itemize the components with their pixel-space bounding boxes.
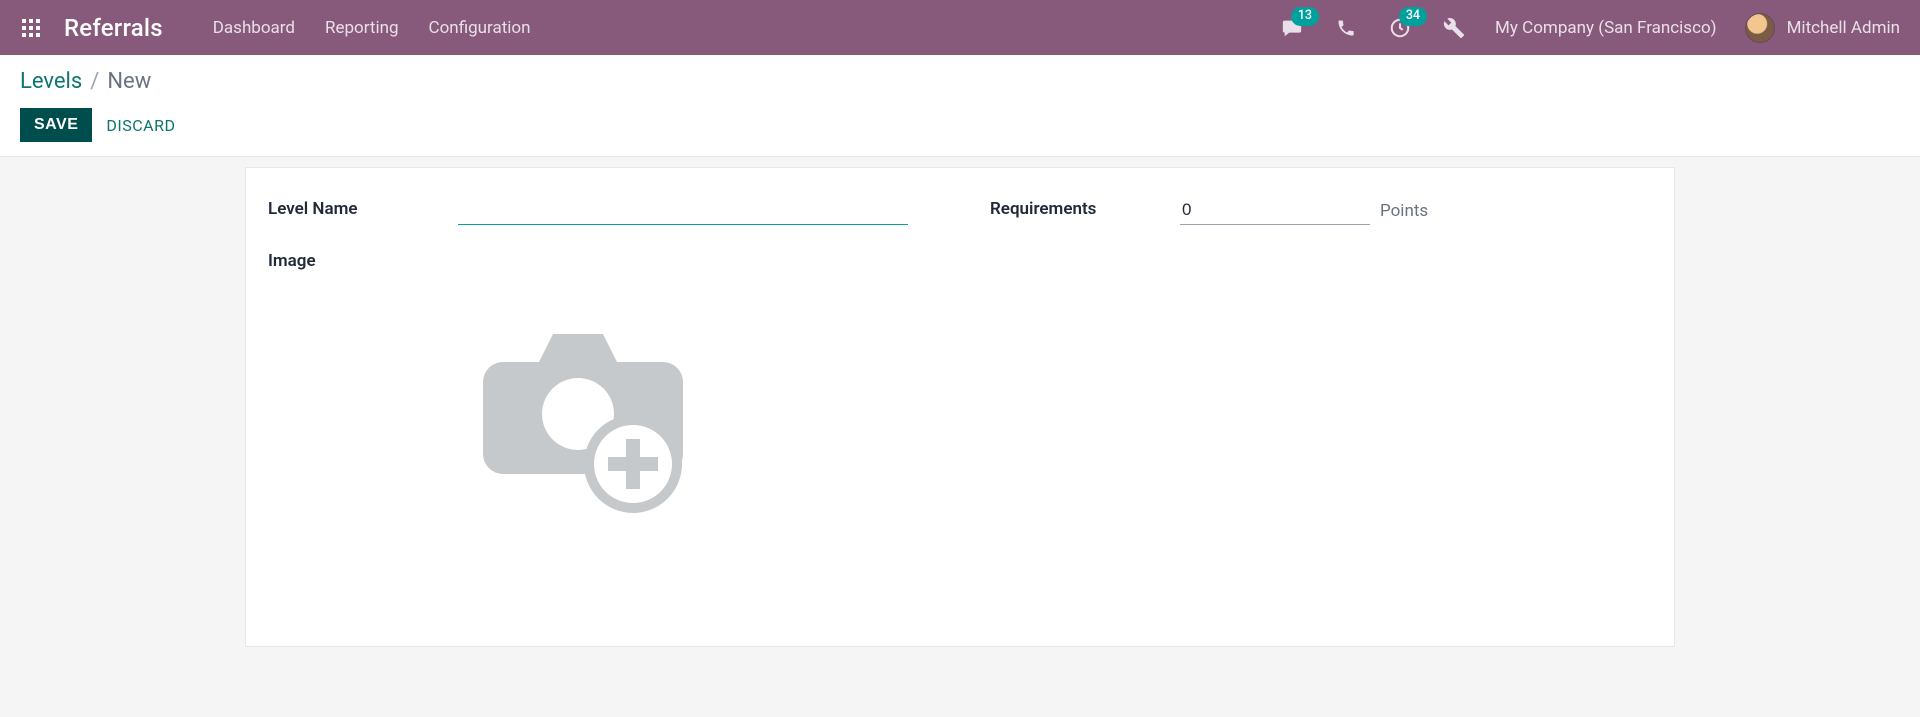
nav-item-dashboard[interactable]: Dashboard	[213, 18, 295, 38]
app-brand-text: Referrals	[64, 14, 163, 42]
row-requirements: Requirements Points	[990, 196, 1652, 225]
username: Mitchell Admin	[1787, 18, 1900, 38]
navbar-left: Referrals Dashboard Reporting Configurat…	[20, 14, 531, 42]
breadcrumb-parent[interactable]: Levels	[20, 69, 82, 94]
camera-add-icon	[458, 294, 718, 524]
label-requirements: Requirements	[990, 199, 1180, 225]
row-level-name: Level Name	[268, 196, 930, 225]
nav-item-configuration[interactable]: Configuration	[429, 18, 531, 38]
activities-badge: 34	[1399, 7, 1427, 26]
messages-badge: 13	[1291, 7, 1319, 26]
messages-icon[interactable]: 13	[1279, 15, 1305, 41]
form-col-right: Requirements Points	[990, 196, 1652, 529]
form-grid: Level Name Image	[268, 196, 1652, 529]
phone-icon[interactable]	[1333, 15, 1359, 41]
app-brand[interactable]: Referrals	[64, 14, 163, 42]
control-panel: Levels / New SAVE DISCARD	[0, 55, 1920, 157]
breadcrumb-current: New	[107, 69, 151, 94]
avatar	[1745, 13, 1775, 43]
breadcrumb-sep: /	[90, 69, 99, 94]
unit-points: Points	[1380, 201, 1428, 225]
form-col-left: Level Name Image	[268, 196, 930, 529]
row-image: Image	[268, 249, 930, 271]
label-image: Image	[268, 249, 458, 271]
nav-menu: Dashboard Reporting Configuration	[213, 18, 531, 38]
user-menu[interactable]: Mitchell Admin	[1745, 13, 1900, 43]
sheet-wrap: Level Name Image	[0, 157, 1920, 657]
input-requirements[interactable]	[1180, 196, 1370, 225]
action-row: SAVE DISCARD	[20, 108, 1900, 142]
navbar-right: 13 34 My Company (San Francisco) Mitchel…	[1279, 13, 1900, 43]
apps-icon[interactable]	[20, 17, 42, 39]
company-selector[interactable]: My Company (San Francisco)	[1495, 18, 1717, 38]
debug-icon[interactable]	[1441, 15, 1467, 41]
activities-icon[interactable]: 34	[1387, 15, 1413, 41]
label-level-name: Level Name	[268, 199, 458, 225]
discard-button[interactable]: DISCARD	[106, 116, 175, 135]
image-upload[interactable]	[458, 289, 718, 529]
top-navbar: Referrals Dashboard Reporting Configurat…	[0, 0, 1920, 55]
form-sheet: Level Name Image	[245, 167, 1675, 647]
breadcrumb: Levels / New	[20, 69, 1900, 94]
nav-item-reporting[interactable]: Reporting	[325, 18, 399, 38]
input-level-name[interactable]	[458, 196, 908, 225]
save-button[interactable]: SAVE	[20, 108, 92, 142]
